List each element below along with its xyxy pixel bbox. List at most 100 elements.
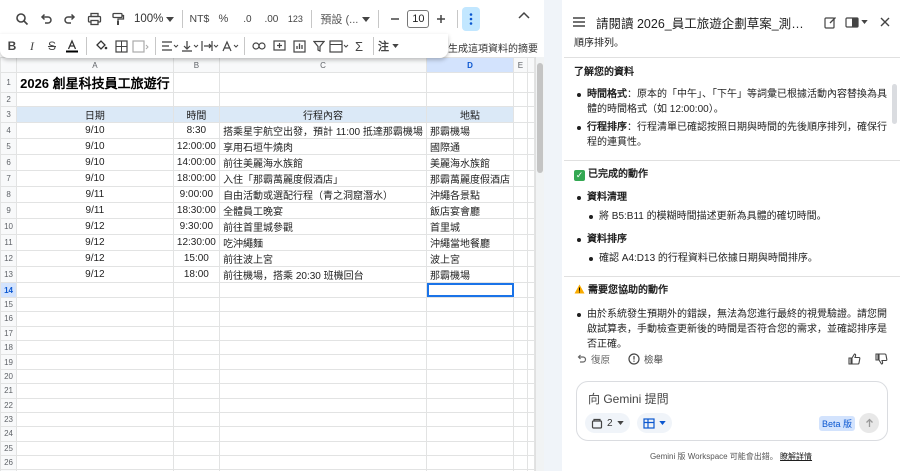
cell[interactable] <box>526 266 535 284</box>
row-header[interactable]: 24 <box>0 426 18 442</box>
cell[interactable] <box>172 91 221 108</box>
activity-cell[interactable]: 前往機場，搭乘 20:30 班機回台 <box>219 266 428 284</box>
row-header[interactable]: 5 <box>0 138 18 156</box>
cell[interactable] <box>513 296 528 313</box>
undo-icon[interactable] <box>34 6 58 32</box>
cell[interactable] <box>172 311 221 327</box>
row-header[interactable]: 22 <box>0 397 18 413</box>
location-cell[interactable]: 美麗海水族館 <box>426 154 515 172</box>
row-header[interactable]: 26 <box>0 455 18 471</box>
date-cell[interactable]: 9/10 <box>16 122 174 140</box>
cell[interactable] <box>513 91 528 108</box>
cell[interactable] <box>219 455 428 471</box>
location-cell[interactable]: 那霸機場 <box>426 122 515 140</box>
time-cell[interactable]: 15:00 <box>172 250 221 268</box>
cell[interactable] <box>172 455 221 471</box>
insert-link-icon[interactable] <box>249 36 269 56</box>
cell[interactable] <box>526 455 535 471</box>
cell[interactable] <box>526 311 535 327</box>
header-cell[interactable]: 行程內容 <box>219 106 428 124</box>
text-wrap-icon[interactable] <box>200 36 220 56</box>
cell[interactable] <box>172 325 221 341</box>
date-cell[interactable]: 9/12 <box>16 266 174 284</box>
cell[interactable] <box>426 311 515 327</box>
column-header[interactable]: C <box>219 57 428 73</box>
time-cell[interactable]: 9:00:00 <box>172 186 221 204</box>
cell[interactable] <box>513 170 528 188</box>
cell[interactable] <box>219 296 428 313</box>
date-cell[interactable]: 9/11 <box>16 202 174 220</box>
vertical-align-icon[interactable] <box>180 36 200 56</box>
cell[interactable] <box>426 325 515 341</box>
date-cell[interactable]: 9/10 <box>16 170 174 188</box>
decrease-decimal-button[interactable]: .0 <box>235 6 259 32</box>
row-header[interactable]: 19 <box>0 354 18 370</box>
date-cell[interactable]: 9/12 <box>16 234 174 252</box>
active-cell[interactable] <box>426 282 515 298</box>
location-cell[interactable]: 沖繩各景點 <box>426 186 515 204</box>
row-header[interactable]: 14 <box>0 282 18 298</box>
cell[interactable] <box>526 202 535 220</box>
row-header[interactable]: 1 <box>0 72 18 93</box>
cell[interactable] <box>219 354 428 370</box>
cell[interactable] <box>426 426 515 442</box>
cell[interactable] <box>526 234 535 252</box>
time-cell[interactable]: 9:30:00 <box>172 218 221 236</box>
scrollbar-thumb[interactable] <box>537 63 543 173</box>
search-icon[interactable] <box>10 6 34 32</box>
location-cell[interactable]: 波上宮 <box>426 250 515 268</box>
font-select[interactable]: 預設 (... <box>316 7 374 31</box>
cell[interactable] <box>526 440 535 457</box>
cell[interactable] <box>526 170 535 188</box>
cell[interactable] <box>513 282 528 298</box>
header-cell[interactable]: 地點 <box>426 106 515 124</box>
cell[interactable] <box>219 440 428 457</box>
cell[interactable] <box>219 368 428 385</box>
report-button[interactable]: 檢舉 <box>644 352 663 366</box>
cell[interactable] <box>513 411 528 428</box>
cell[interactable] <box>426 354 515 370</box>
column-header[interactable]: B <box>172 57 221 73</box>
date-cell[interactable]: 9/12 <box>16 218 174 236</box>
cell[interactable] <box>526 218 535 236</box>
cell[interactable] <box>513 202 528 220</box>
time-cell[interactable]: 14:00:00 <box>172 154 221 172</box>
filter-icon[interactable] <box>309 36 329 56</box>
cell[interactable] <box>513 186 528 204</box>
activity-cell[interactable]: 前往首里城參觀 <box>219 218 428 236</box>
borders-icon[interactable] <box>111 36 131 56</box>
thumbs-up-icon[interactable] <box>848 353 861 365</box>
cell[interactable] <box>426 296 515 313</box>
cell[interactable] <box>526 282 535 298</box>
collapse-toolbar-icon[interactable] <box>518 11 530 19</box>
send-button[interactable] <box>859 413 879 433</box>
time-cell[interactable]: 18:00 <box>172 266 221 284</box>
date-cell[interactable]: 9/12 <box>16 250 174 268</box>
cell[interactable] <box>526 383 535 399</box>
cell[interactable] <box>513 234 528 252</box>
row-header[interactable]: 3 <box>0 106 18 124</box>
cell[interactable] <box>16 311 174 327</box>
row-header[interactable]: 10 <box>0 218 18 236</box>
menu-icon[interactable] <box>572 16 586 28</box>
cell[interactable] <box>219 426 428 442</box>
cell[interactable] <box>526 72 535 93</box>
activity-cell[interactable]: 前往波上宮 <box>219 250 428 268</box>
cell[interactable] <box>16 383 174 399</box>
cell[interactable] <box>172 426 221 442</box>
cell[interactable] <box>16 440 174 457</box>
location-cell[interactable]: 那霸機場 <box>426 266 515 284</box>
cell[interactable] <box>513 218 528 236</box>
increase-font-size-icon[interactable] <box>429 6 453 32</box>
text-color-icon[interactable] <box>62 36 82 56</box>
row-header[interactable]: 18 <box>0 339 18 356</box>
panel-layout-icon[interactable] <box>845 16 868 28</box>
row-header[interactable]: 20 <box>0 368 18 385</box>
column-header[interactable] <box>526 57 535 73</box>
activity-cell[interactable]: 自由活動或選配行程（青之洞窟潛水） <box>219 186 428 204</box>
more-options-button[interactable] <box>462 7 481 31</box>
italic-icon[interactable]: I <box>22 36 42 56</box>
cell[interactable] <box>426 440 515 457</box>
cell[interactable] <box>426 368 515 385</box>
cell[interactable] <box>526 122 535 140</box>
